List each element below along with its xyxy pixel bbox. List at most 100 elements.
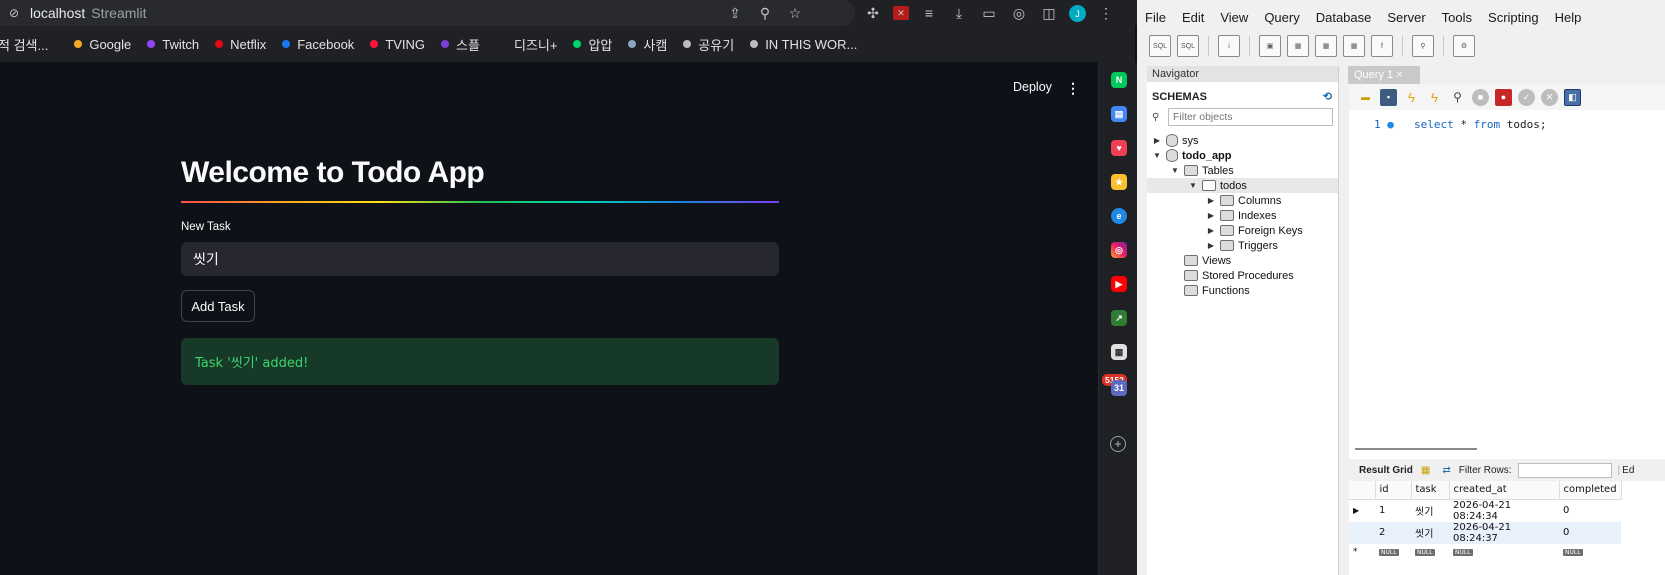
instagram-icon[interactable]: ◎ bbox=[1111, 242, 1127, 258]
table-cell[interactable]: 2026-04-21 08:24:37 bbox=[1449, 522, 1559, 544]
toggle-error-icon[interactable]: ● bbox=[1495, 88, 1512, 106]
menu-item-tools[interactable]: Tools bbox=[1434, 10, 1480, 25]
bookmark-star-icon[interactable]: ☆ bbox=[785, 3, 805, 23]
create-schema-icon[interactable]: ▣ bbox=[1259, 35, 1281, 57]
zoom-icon[interactable]: ⚲ bbox=[755, 3, 775, 23]
new-row[interactable]: * NULL NULL NULL NULL bbox=[1349, 544, 1621, 560]
row-selector[interactable] bbox=[1349, 522, 1375, 544]
tab-query-1[interactable]: Query 1 × bbox=[1348, 66, 1420, 84]
add-task-button[interactable]: Add Task bbox=[181, 290, 255, 322]
create-table-icon[interactable]: ▦ bbox=[1287, 35, 1309, 57]
tree-item-sys[interactable]: ▶ sys bbox=[1152, 133, 1199, 148]
null-cell[interactable]: NULL bbox=[1559, 544, 1621, 560]
refresh-icon[interactable]: ⟲ bbox=[1323, 90, 1332, 103]
refresh-rows-icon[interactable]: ⇄ bbox=[1442, 465, 1450, 476]
menu-kebab-icon[interactable]: ⋮ bbox=[1096, 3, 1116, 23]
commit-icon[interactable]: ✓ bbox=[1518, 88, 1535, 106]
naver-icon[interactable]: N bbox=[1111, 72, 1127, 88]
inspector-icon[interactable]: i bbox=[1218, 35, 1240, 57]
null-cell[interactable]: NULL bbox=[1449, 544, 1559, 560]
tree-item-columns[interactable]: ▶ Columns bbox=[1206, 193, 1281, 208]
expand-icon[interactable]: ▶ bbox=[1206, 211, 1216, 220]
bookmark-item[interactable]: Google bbox=[74, 37, 131, 52]
rollback-icon[interactable]: ✕ bbox=[1541, 88, 1558, 106]
expand-icon[interactable]: ▶ bbox=[1206, 226, 1216, 235]
menu-item-edit[interactable]: Edit bbox=[1174, 10, 1212, 25]
tree-item-functions[interactable]: Functions bbox=[1180, 283, 1250, 298]
chart-app-icon[interactable]: ↗ bbox=[1111, 310, 1127, 326]
tree-item-foreign-keys[interactable]: ▶ Foreign Keys bbox=[1206, 223, 1303, 238]
table-cell[interactable]: 0 bbox=[1559, 522, 1621, 544]
create-function-icon[interactable]: f bbox=[1371, 35, 1393, 57]
editor-scrollbar[interactable] bbox=[1355, 448, 1477, 450]
filter-rows-input[interactable] bbox=[1517, 462, 1612, 478]
column-header-completed[interactable]: completed bbox=[1559, 481, 1622, 500]
pocket-icon[interactable]: ♥ bbox=[1111, 140, 1127, 156]
collapse-icon[interactable]: ▼ bbox=[1152, 151, 1162, 160]
video-icon[interactable]: ▭ bbox=[979, 3, 999, 23]
media-list-icon[interactable]: ≡ bbox=[919, 3, 939, 23]
stop-icon[interactable]: ■ bbox=[1472, 88, 1489, 106]
menu-item-server[interactable]: Server bbox=[1379, 10, 1433, 25]
execute-icon[interactable]: ϟ bbox=[1403, 89, 1420, 106]
column-header-task[interactable]: task bbox=[1411, 481, 1450, 500]
null-cell[interactable]: NULL bbox=[1411, 544, 1449, 560]
result-grid-label[interactable]: Result Grid bbox=[1359, 465, 1413, 476]
omnibox[interactable]: ⊘ localhost Streamlit ⇪ ⚲ ☆ bbox=[0, 0, 855, 26]
edit-label[interactable]: Ed bbox=[1622, 465, 1634, 476]
table-row[interactable]: ▶ 1 씻기 2026-04-21 08:24:34 0 bbox=[1349, 499, 1621, 522]
open-sql-icon[interactable]: SQL bbox=[1177, 35, 1199, 57]
new-task-input[interactable] bbox=[181, 242, 779, 276]
side-panel-icon[interactable]: ◫ bbox=[1039, 3, 1059, 23]
explain-icon[interactable]: ⚲ bbox=[1449, 89, 1466, 106]
bookmark-item[interactable]: 사캠 bbox=[628, 35, 667, 54]
share-icon[interactable]: ⇪ bbox=[725, 3, 745, 23]
extensions-icon[interactable]: ✣ bbox=[863, 3, 883, 23]
search-table-data-icon[interactable]: ⚲ bbox=[1412, 35, 1434, 57]
tree-item-stored-procedures[interactable]: Stored Procedures bbox=[1180, 268, 1294, 283]
tree-item-views[interactable]: Views bbox=[1180, 253, 1231, 268]
table-cell[interactable]: 씻기 bbox=[1411, 499, 1449, 522]
app-menu-icon[interactable]: ⋮ bbox=[1066, 80, 1080, 97]
menu-item-database[interactable]: Database bbox=[1308, 10, 1380, 25]
null-cell[interactable]: NULL bbox=[1375, 544, 1411, 560]
tree-item-todo-app[interactable]: ▼ todo_app bbox=[1152, 148, 1232, 163]
menu-item-scripting[interactable]: Scripting bbox=[1480, 10, 1547, 25]
bookmark-item[interactable]: Facebook bbox=[282, 37, 354, 52]
bookmark-item[interactable]: 디즈니+ bbox=[514, 35, 557, 54]
row-selector[interactable]: ▶ bbox=[1349, 499, 1375, 522]
profile-avatar[interactable]: J bbox=[1069, 5, 1086, 22]
column-header-id[interactable]: id bbox=[1375, 481, 1412, 500]
flag-extension-icon[interactable]: ✕ bbox=[893, 6, 909, 20]
bookmark-item[interactable]: IN THIS WOR... bbox=[750, 37, 857, 52]
sql-editor[interactable]: ▬ ▪ ϟ ϟ ⚲ ■ ● ✓ ✕ ◧ 1 ● select * from to… bbox=[1349, 84, 1665, 459]
create-procedure-icon[interactable]: ▦ bbox=[1343, 35, 1365, 57]
table-cell[interactable]: 0 bbox=[1559, 499, 1621, 522]
download-icon[interactable]: ⤓ bbox=[949, 3, 969, 23]
autocommit-icon[interactable]: ◧ bbox=[1564, 88, 1581, 106]
sheet-icon[interactable]: ▦ bbox=[1111, 344, 1127, 360]
bookmark-item[interactable]: 압압 bbox=[573, 35, 612, 54]
bookmark-item[interactable]: 스플 bbox=[441, 35, 480, 54]
expand-icon[interactable]: ▶ bbox=[1152, 136, 1162, 145]
site-info-icon[interactable]: ⊘ bbox=[6, 5, 22, 21]
bookmark-item[interactable]: Netflix bbox=[215, 37, 266, 52]
menu-item-help[interactable]: Help bbox=[1547, 10, 1590, 25]
bookmark-item[interactable]: 적 검색... bbox=[0, 35, 48, 54]
deploy-button[interactable]: Deploy bbox=[1013, 80, 1052, 94]
tree-item-tables[interactable]: ▼ Tables bbox=[1170, 163, 1234, 178]
tree-item-indexes[interactable]: ▶ Indexes bbox=[1206, 208, 1277, 223]
column-header-created-at[interactable]: created_at bbox=[1449, 481, 1560, 500]
star-icon[interactable]: ★ bbox=[1111, 174, 1127, 190]
table-cell[interactable]: 2 bbox=[1375, 522, 1411, 544]
execute-current-icon[interactable]: ϟ bbox=[1426, 89, 1443, 106]
calendar-app-icon[interactable]: ▤ bbox=[1111, 106, 1127, 122]
add-panel-icon[interactable]: + bbox=[1110, 436, 1126, 452]
menu-item-file[interactable]: File bbox=[1137, 10, 1174, 25]
bookmark-item[interactable]: TVING bbox=[370, 37, 425, 52]
edge-icon[interactable]: e bbox=[1111, 208, 1127, 224]
grid-view-icon[interactable]: ▦ bbox=[1421, 465, 1430, 476]
collapse-icon[interactable]: ▼ bbox=[1170, 166, 1180, 175]
menu-item-query[interactable]: Query bbox=[1256, 10, 1307, 25]
menu-item-view[interactable]: View bbox=[1212, 10, 1256, 25]
